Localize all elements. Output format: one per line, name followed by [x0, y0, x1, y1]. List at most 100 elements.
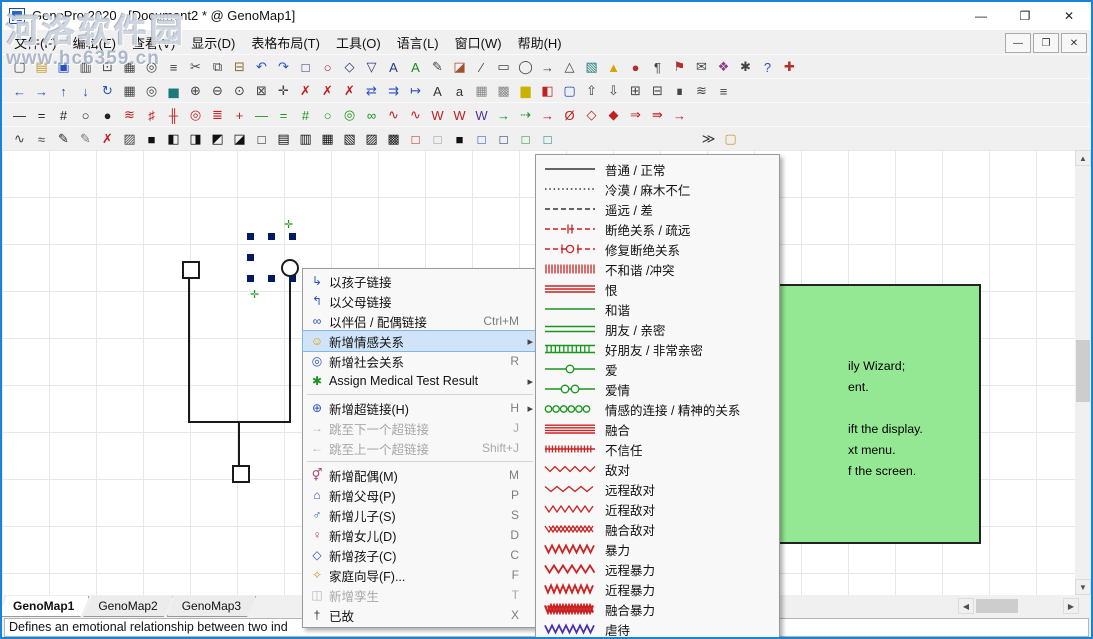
vertical-scrollbar[interactable]: ▲ ▼ — [1075, 150, 1091, 595]
menubar-item-7[interactable]: 窗口(W) — [447, 30, 510, 55]
rel-fusion-icon[interactable]: ≣ — [207, 105, 228, 125]
submenu-item-2[interactable]: 遥远 / 差 — [536, 199, 779, 219]
menubar-item-4[interactable]: 表格布局(T) — [243, 30, 328, 55]
snap-grid-icon[interactable]: ▩ — [493, 81, 514, 101]
fill-diag-2-icon[interactable]: ▨ — [361, 129, 382, 149]
fill-empty-icon[interactable]: □ — [251, 129, 272, 149]
mdi-minimize-button[interactable]: — — [1005, 33, 1031, 53]
rel-discord-icon[interactable]: ♯ — [141, 105, 162, 125]
rel-abuse-icon[interactable]: W — [471, 105, 492, 125]
copy-icon[interactable]: ⧉ — [207, 57, 228, 77]
rel-harmony-icon[interactable]: — — [251, 105, 272, 125]
fill-bottom-right-icon[interactable]: ◪ — [229, 129, 250, 149]
draw-line-icon[interactable]: ∕ — [471, 57, 492, 77]
swap-mates-icon[interactable]: ⇄ — [361, 81, 382, 101]
zoom-in-icon[interactable]: ⊕ — [185, 81, 206, 101]
fill-diag-icon[interactable]: ▧ — [339, 129, 360, 149]
new-label-icon[interactable]: A — [383, 57, 404, 77]
submenu-item-7[interactable]: 和谐 — [536, 299, 779, 319]
send-back-icon[interactable]: ⇩ — [603, 81, 624, 101]
context-menu-item-new-twin[interactable]: ◫新增孪生T — [303, 585, 537, 605]
vertical-scroll-thumb[interactable] — [1076, 340, 1090, 402]
hatch-tool-icon[interactable]: ▨ — [119, 129, 140, 149]
table-view-icon[interactable]: ▦ — [119, 81, 140, 101]
menubar-item-1[interactable]: 编辑(E) — [65, 30, 124, 55]
fill-cross-icon[interactable]: ▩ — [383, 129, 404, 149]
zoom-selection-icon[interactable]: ⊙ — [229, 81, 250, 101]
submenu-item-9[interactable]: 好朋友 / 非常亲密 — [536, 339, 779, 359]
pin-icon[interactable]: ✚ — [779, 57, 800, 77]
redo-icon[interactable]: ↷ — [273, 57, 294, 77]
selection-handle[interactable] — [268, 275, 275, 282]
minimize-button[interactable]: — — [959, 2, 1003, 30]
bring-front-icon[interactable]: ⇧ — [581, 81, 602, 101]
zoom-out-icon[interactable]: ⊖ — [207, 81, 228, 101]
more-tools-chevron-icon[interactable]: ≫ — [698, 129, 719, 149]
submenu-item-13[interactable]: 融合 — [536, 419, 779, 439]
envelope-icon[interactable]: ✉ — [691, 57, 712, 77]
submenu-item-22[interactable]: 融合暴力 — [536, 599, 779, 619]
highlight-icon[interactable]: ▆ — [515, 81, 536, 101]
layers-icon[interactable]: ≋ — [691, 81, 712, 101]
unlink-mate-icon[interactable]: ✗ — [339, 81, 360, 101]
help-icon[interactable]: ? — [757, 57, 778, 77]
context-menu-item-family-wizard[interactable]: ✧家庭向导(F)...F — [303, 565, 537, 585]
context-menu-item-new-hyperlink[interactable]: ⊕新增超链接(H)H▸ — [303, 398, 537, 418]
rel-cutoff-icon[interactable]: ╫ — [163, 105, 184, 125]
fill-color-icon[interactable]: ◧ — [537, 81, 558, 101]
horizontal-scroll-thumb[interactable] — [976, 599, 1018, 613]
draw-rect-icon[interactable]: ▭ — [493, 57, 514, 77]
curve-tool-icon[interactable]: ∿ — [9, 129, 30, 149]
rel-hostile-icon[interactable]: ∿ — [383, 105, 404, 125]
zoom-page-icon[interactable]: ⊠ — [251, 81, 272, 101]
lock-icon[interactable]: ∎ — [669, 81, 690, 101]
fill-grid-icon[interactable]: ▦ — [317, 129, 338, 149]
submenu-item-10[interactable]: 爱 — [536, 359, 779, 379]
fill-left-half-icon[interactable]: ◧ — [163, 129, 184, 149]
scroll-up-icon[interactable]: ▲ — [1075, 150, 1091, 166]
rel-friendship-icon[interactable]: = — [273, 105, 294, 125]
context-menu-item-deceased[interactable]: †已故X — [303, 605, 537, 625]
context-menu-item-link-as-child[interactable]: ↳以孩子链接 — [303, 271, 537, 291]
rel-love-icon[interactable]: ○ — [317, 105, 338, 125]
social-never-icon[interactable]: Ø — [559, 105, 580, 125]
unlink-parent-icon[interactable]: ✗ — [317, 81, 338, 101]
menubar-item-0[interactable]: 文件(F) — [6, 30, 65, 55]
submenu-item-18[interactable]: 融合敌对 — [536, 519, 779, 539]
frame-black-icon[interactable]: ■ — [449, 129, 470, 149]
male-square[interactable] — [182, 261, 200, 279]
rel-circle-icon[interactable]: ○ — [75, 105, 96, 125]
context-menu-item-jump-previous-hyperlink[interactable]: ←跳至上一个超链接Shift+J — [303, 438, 537, 458]
new-pregnancy-icon[interactable]: ▽ — [361, 57, 382, 77]
context-menu-item-new-parents[interactable]: ⌂新增父母(P)P — [303, 485, 537, 505]
find-icon[interactable]: ◎ — [141, 57, 162, 77]
context-menu-item-link-as-parent[interactable]: ↰以父母链接 — [303, 291, 537, 311]
new-male-icon[interactable]: □ — [295, 57, 316, 77]
scroll-left-icon[interactable]: ◀ — [958, 598, 974, 614]
social-arrow-triple-icon[interactable]: ⇛ — [647, 105, 668, 125]
context-menu-item-assign-medical-test-result[interactable]: ✱Assign Medical Test Result▸ — [303, 371, 537, 391]
open-icon[interactable]: ▤ — [31, 57, 52, 77]
print-icon[interactable]: ▥ — [75, 57, 96, 77]
rel-spiritual-icon[interactable]: ∞ — [361, 105, 382, 125]
save-icon[interactable]: ▣ — [53, 57, 74, 77]
font-increase-icon[interactable]: A — [427, 81, 448, 101]
frame-navy-icon[interactable]: □ — [493, 129, 514, 149]
context-menu-item-link-as-mate[interactable]: ∞以伴侣 / 配偶链接Ctrl+M — [303, 311, 537, 331]
submenu-item-16[interactable]: 远程敌对 — [536, 479, 779, 499]
group-icon[interactable]: ⊞ — [625, 81, 646, 101]
rel-in-love-icon[interactable]: ◎ — [339, 105, 360, 125]
social-forward-icon[interactable]: → — [493, 105, 514, 125]
social-arrow-double-icon[interactable]: ⇒ — [625, 105, 646, 125]
submenu-item-5[interactable]: 不和谐 /冲突 — [536, 259, 779, 279]
frame-red-icon[interactable]: □ — [405, 129, 426, 149]
rel-violence-icon[interactable]: W — [427, 105, 448, 125]
submenu-item-17[interactable]: 近程敌对 — [536, 499, 779, 519]
mdi-close-button[interactable]: ✕ — [1061, 33, 1087, 53]
nav-forward-icon[interactable]: → — [31, 81, 52, 101]
submenu-item-12[interactable]: 情感的连接 / 精神的关系 — [536, 399, 779, 419]
rel-normal-icon[interactable]: — — [9, 105, 30, 125]
fill-top-left-icon[interactable]: ◩ — [207, 129, 228, 149]
report-icon[interactable]: ≡ — [163, 57, 184, 77]
submenu-item-23[interactable]: 虐待 — [536, 619, 779, 639]
